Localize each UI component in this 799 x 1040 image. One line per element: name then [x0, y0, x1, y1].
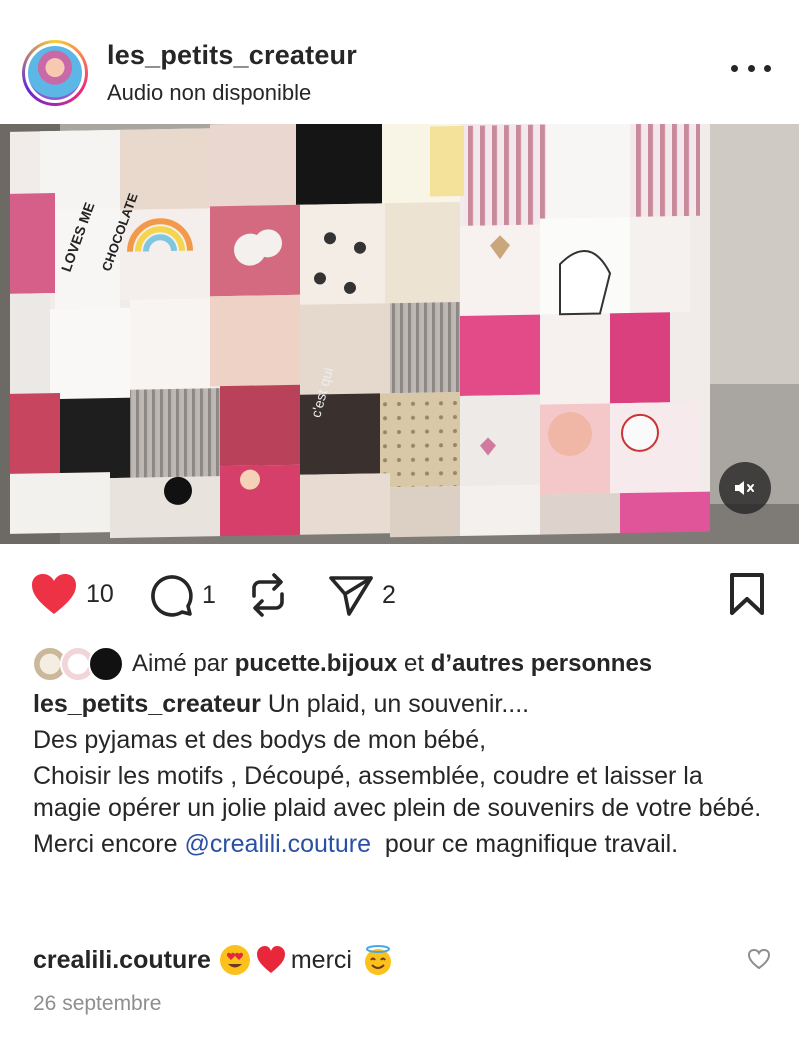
post-image[interactable]: LOVES ME CHOCOLATE c'est qui: [0, 124, 799, 544]
comment-text: merci: [290, 946, 352, 974]
send-icon[interactable]: [328, 572, 374, 618]
comment-username[interactable]: crealili.couture: [33, 942, 211, 978]
heart-icon[interactable]: [30, 572, 78, 616]
like-action[interactable]: 10: [30, 572, 114, 616]
caption-line4-prefix: Merci encore: [33, 830, 185, 858]
mute-button[interactable]: [719, 462, 771, 514]
mention-link[interactable]: @crealili.couture: [184, 830, 371, 858]
share-count: 2: [382, 580, 396, 609]
likes-others-link[interactable]: d’autres personnes: [431, 650, 652, 677]
post-header: les_petits_createur Audio non disponible: [0, 0, 799, 124]
comment-icon[interactable]: [148, 572, 194, 618]
caption-username[interactable]: les_petits_createur: [33, 690, 261, 718]
heart-outline-icon[interactable]: [747, 948, 771, 970]
save-button[interactable]: [729, 572, 765, 621]
avatar: [88, 646, 124, 682]
author-avatar[interactable]: [22, 40, 88, 106]
post-date: 26 septembre: [33, 992, 162, 1015]
speaker-off-icon: [735, 481, 754, 495]
like-count: 10: [86, 579, 114, 608]
likes-middle: et: [397, 650, 431, 677]
bookmark-icon[interactable]: [729, 572, 765, 616]
caption-line1: Un plaid, un souvenir....: [260, 690, 530, 718]
comment-count: 1: [202, 580, 216, 609]
likes-prefix: Aimé par: [132, 650, 235, 677]
caption-line3: Choisir les motifs , Découpé, assemblée,…: [33, 762, 762, 822]
share-action[interactable]: 2: [328, 572, 396, 618]
more-horizontal-icon[interactable]: [731, 58, 771, 78]
post-caption: les_petits_createur Un plaid, un souveni…: [33, 688, 773, 860]
comment-like-button[interactable]: [747, 948, 771, 975]
comment-row: crealili.couture merci: [33, 942, 753, 978]
halo-smile-emoji-icon: [364, 945, 391, 975]
author-username[interactable]: les_petits_createur: [107, 40, 357, 71]
heart-eyes-emoji-icon: [219, 945, 250, 975]
liker-avatars[interactable]: [32, 646, 124, 682]
audio-status[interactable]: Audio non disponible: [107, 80, 311, 106]
likes-text: Aimé par pucette.bijoux et d’autres pers…: [132, 650, 652, 678]
caption-line4-suffix: pour ce magnifique travail.: [371, 830, 679, 858]
repost-icon[interactable]: [246, 572, 290, 618]
post-actions: 10 1 2: [0, 566, 799, 626]
liker-username[interactable]: pucette.bijoux: [235, 650, 398, 677]
red-heart-emoji-icon: [256, 946, 285, 973]
caption-line2: Des pyjamas et des bodys de mon bébé,: [33, 726, 487, 754]
comment-action[interactable]: 1: [148, 572, 216, 618]
repost-action[interactable]: [246, 572, 298, 618]
quilt-photo: LOVES ME CHOCOLATE c'est qui: [0, 124, 799, 544]
likes-summary[interactable]: Aimé par pucette.bijoux et d’autres pers…: [32, 644, 792, 684]
